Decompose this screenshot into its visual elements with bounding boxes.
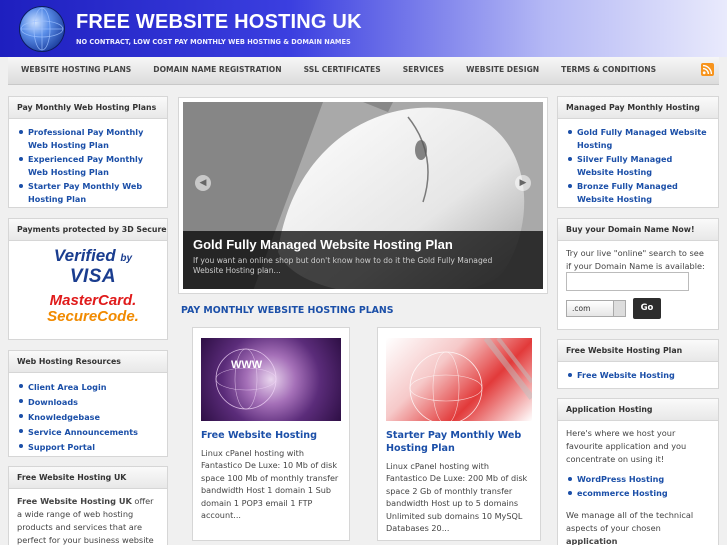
pay-monthly-plans-box: Pay Monthly Web Hosting Plans Profession… <box>8 96 168 208</box>
link-starter-plan[interactable]: Starter Pay Monthly Web Hosting Plan <box>17 180 159 206</box>
nav-item-terms-conditions[interactable]: TERMS & CONDITIONS <box>550 57 667 84</box>
domain-search-input[interactable] <box>566 272 689 291</box>
link-gold-managed[interactable]: Gold Fully Managed Website Hosting <box>566 126 710 152</box>
tld-select[interactable]: .com <box>566 300 626 317</box>
about-box: Free Website Hosting UK Free Website Hos… <box>8 466 168 545</box>
link-bronze-managed[interactable]: Bronze Fully Managed Website Hosting <box>566 180 710 206</box>
slide-caption: Gold Fully Managed Website Hosting Plan … <box>183 231 543 289</box>
link-ecommerce-hosting[interactable]: ecommerce Hosting <box>566 487 710 500</box>
nav-item-domain-name-registration[interactable]: DOMAIN NAME REGISTRATION <box>142 57 292 84</box>
site-tagline: NO CONTRACT, LOW COST PAY MONTHLY WEB HO… <box>76 38 351 46</box>
box-title: Web Hosting Resources <box>9 351 167 373</box>
nav-item-website-design[interactable]: WEBSITE DESIGN <box>455 57 550 84</box>
slide-caption-title[interactable]: Gold Fully Managed Website Hosting Plan <box>193 237 533 252</box>
application-hosting-text: Here's where we host your favourite appl… <box>566 428 687 464</box>
link-free-website-hosting[interactable]: Free Website Hosting <box>566 369 710 382</box>
chevron-right-icon[interactable]: ▶ <box>515 175 531 191</box>
box-title: Payments protected by 3D Secure <box>9 219 167 241</box>
free-hosting-plan-box: Free Website Hosting Plan Free Website H… <box>557 339 719 389</box>
domain-search-text: Try our live "online" search to see if y… <box>566 248 705 271</box>
link-support-portal[interactable]: Support Portal <box>17 440 159 454</box>
slide-caption-text: If you want an online shop but don't kno… <box>193 256 493 275</box>
site-header: FREE WEBSITE HOSTING UK NO CONTRACT, LOW… <box>0 0 727 57</box>
plan-title[interactable]: Starter Pay Monthly Web Hosting Plan <box>386 429 532 455</box>
section-heading: PAY MONTHLY WEBSITE HOSTING PLANS <box>181 305 394 316</box>
box-title: Free Website Hosting Plan <box>558 340 718 362</box>
plan-thumbnail[interactable]: WWW <box>201 338 341 421</box>
plan-card: Starter Pay Monthly Web Hosting Plan Lin… <box>377 327 541 541</box>
box-title: Application Hosting <box>558 399 718 421</box>
featured-slider[interactable]: ◀ ▶ Gold Fully Managed Website Hosting P… <box>178 97 548 294</box>
plan-title[interactable]: Free Website Hosting <box>201 429 341 442</box>
nav-item-website-hosting-plans[interactable]: WEBSITE HOSTING PLANS <box>10 57 142 84</box>
mastercard-securecode-logo: MasterCard. SecureCode. <box>47 292 139 325</box>
box-title: Pay Monthly Web Hosting Plans <box>9 97 167 119</box>
plan-thumbnail[interactable] <box>386 338 532 421</box>
link-professional-plan[interactable]: Professional Pay Monthly Web Hosting Pla… <box>17 126 159 152</box>
link-service-announcements[interactable]: Service Announcements <box>17 425 159 439</box>
nav-item-ssl-certificates[interactable]: SSL CERTIFICATES <box>293 57 392 84</box>
web-hosting-resources-box: Web Hosting Resources Client Area Login … <box>8 350 168 457</box>
link-client-area-login[interactable]: Client Area Login <box>17 380 159 394</box>
www-text: WWW <box>231 359 263 371</box>
application-hosting-box: Application Hosting Here's where we host… <box>557 398 719 545</box>
verified-by-visa-logo: Verified by VISA <box>53 246 133 287</box>
box-title: Buy your Domain Name Now! <box>558 219 718 241</box>
globe-icon[interactable] <box>20 7 64 51</box>
link-silver-managed[interactable]: Silver Fully Managed Website Hosting <box>566 153 710 179</box>
nav-item-services[interactable]: SERVICES <box>392 57 455 84</box>
box-title: Free Website Hosting UK <box>9 467 167 489</box>
about-text: Free Website Hosting UK offer a wide ran… <box>17 496 154 545</box>
application-managed-text: We manage all of the technical aspects o… <box>566 510 694 545</box>
box-title: Managed Pay Monthly Hosting <box>558 97 718 119</box>
3d-secure-box: Payments protected by 3D Secure Verified… <box>8 218 168 340</box>
plan-card: WWW Free Website Hosting Linux cPanel ho… <box>192 327 350 541</box>
link-wordpress-hosting[interactable]: WordPress Hosting <box>566 473 710 486</box>
plan-description: Linux cPanel hosting with Fantastico De … <box>201 448 339 521</box>
link-knowledgebase[interactable]: Knowledgebase <box>17 410 159 424</box>
main-nav: WEBSITE HOSTING PLANS DOMAIN NAME REGIST… <box>8 57 719 85</box>
site-title[interactable]: FREE WEBSITE HOSTING UK <box>76 11 362 34</box>
link-downloads[interactable]: Downloads <box>17 395 159 409</box>
plan-description: Linux cPanel hosting with Fantastico De … <box>386 461 528 534</box>
rss-icon[interactable] <box>701 63 714 76</box>
link-experienced-plan[interactable]: Experienced Pay Monthly Web Hosting Plan <box>17 153 159 179</box>
chevron-left-icon[interactable]: ◀ <box>195 175 211 191</box>
domain-search-box: Buy your Domain Name Now! Try our live "… <box>557 218 719 330</box>
managed-hosting-box: Managed Pay Monthly Hosting Gold Fully M… <box>557 96 719 208</box>
go-button[interactable]: Go <box>633 298 661 319</box>
slide-image: ◀ ▶ Gold Fully Managed Website Hosting P… <box>183 102 543 289</box>
